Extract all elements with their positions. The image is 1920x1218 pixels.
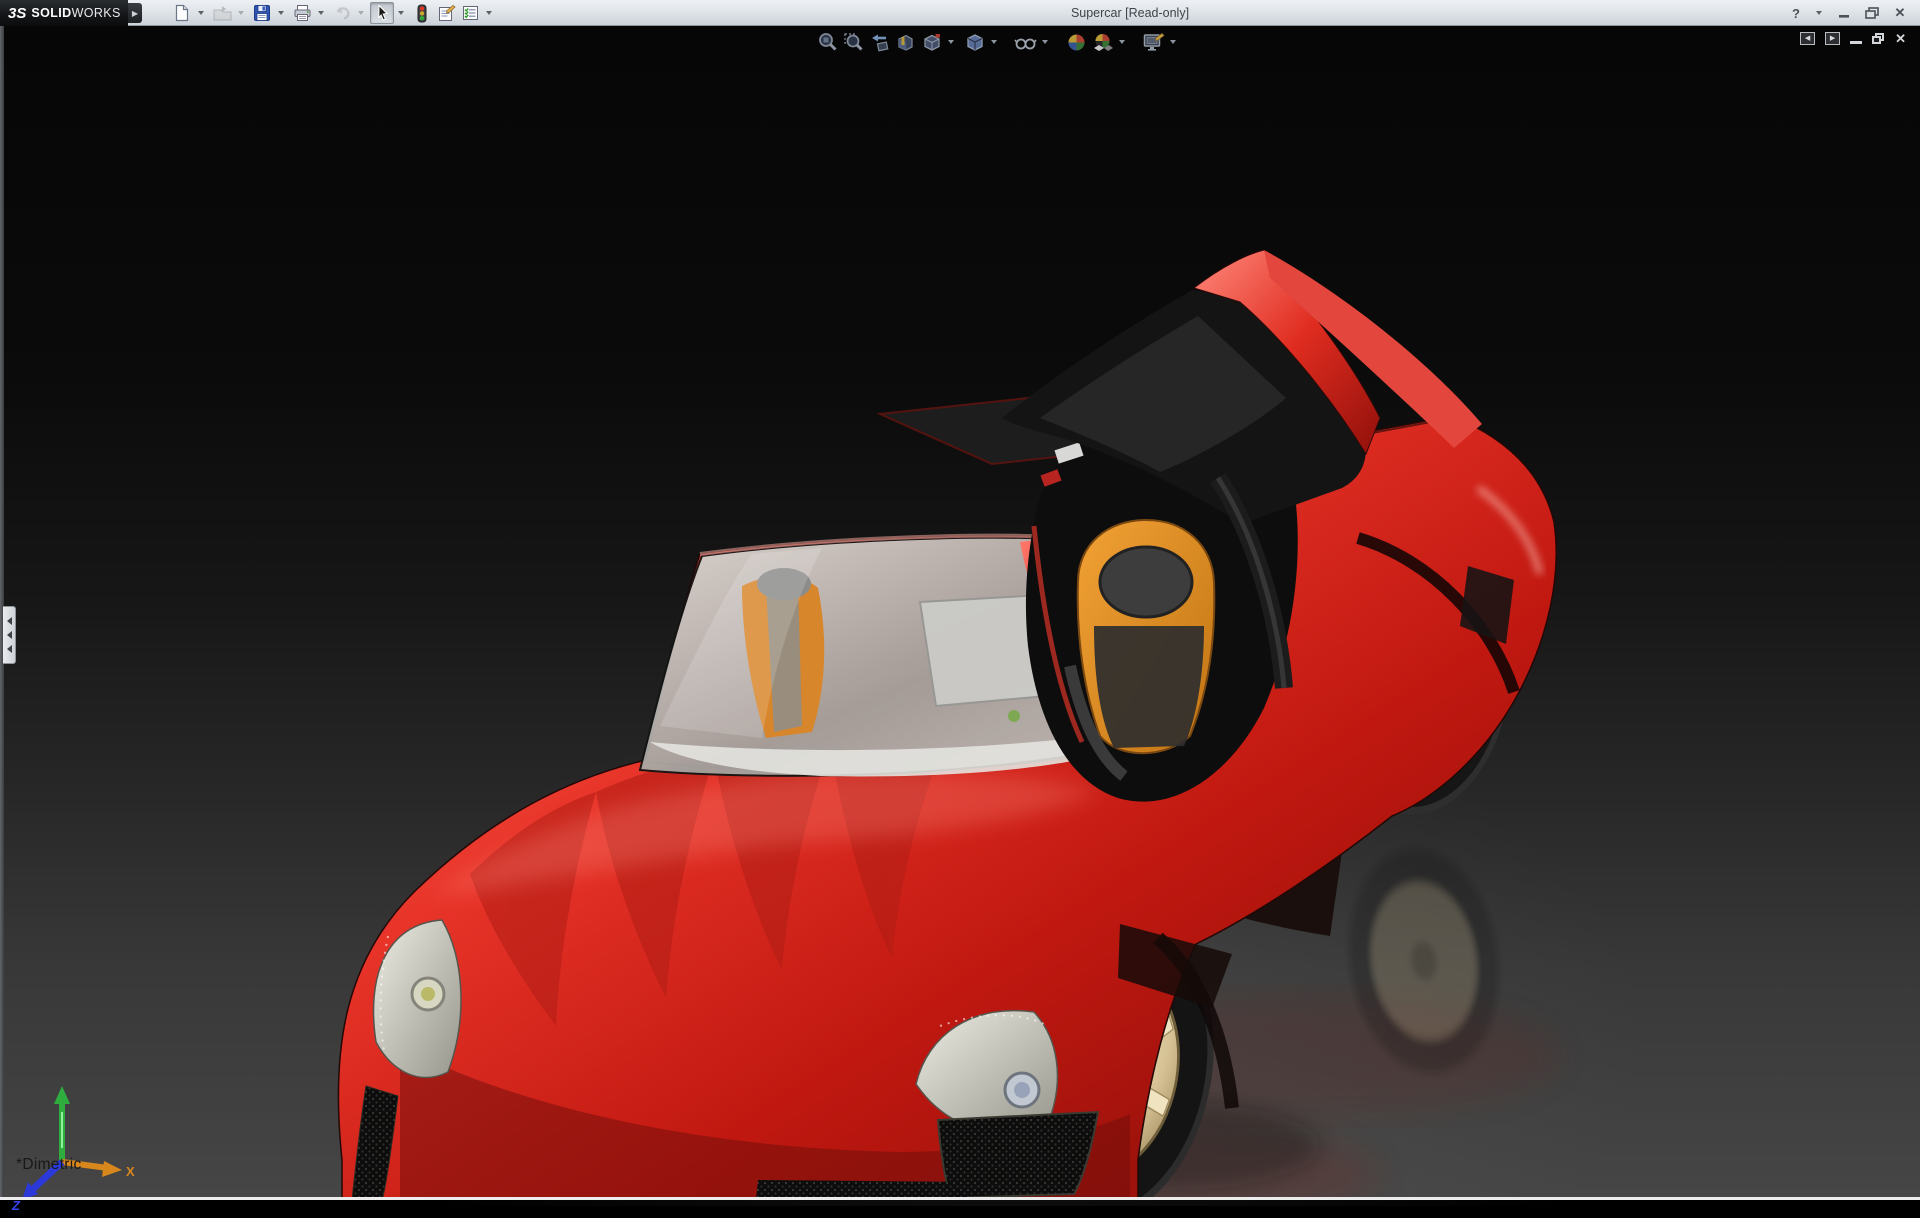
- save-dropdown[interactable]: [274, 2, 287, 24]
- help-dropdown[interactable]: [1812, 2, 1825, 24]
- edit-appearance-icon: [1066, 32, 1087, 53]
- section-view-button[interactable]: [893, 30, 917, 54]
- new-document-dropdown[interactable]: [194, 2, 207, 24]
- options-button[interactable]: [458, 2, 482, 24]
- viewport-minimize-button[interactable]: [1850, 33, 1862, 44]
- hide-show-items-dropdown[interactable]: [1039, 30, 1050, 54]
- view-settings-button[interactable]: [1141, 30, 1165, 54]
- save-icon: [253, 4, 271, 22]
- open-icon: [213, 4, 232, 22]
- graphics-viewport[interactable]: ◀ ▶ ✕ X Z *Dimetric: [0, 26, 1920, 1200]
- triad-y-arrow: [54, 1086, 70, 1104]
- solidworks-logo: 3S SOLIDWORKS: [0, 0, 128, 26]
- apply-scene-dropdown[interactable]: [1116, 30, 1127, 54]
- file-properties-icon: [437, 4, 456, 22]
- standard-toolbar: [170, 0, 498, 26]
- open-button[interactable]: [210, 2, 234, 24]
- zoom-to-area-button[interactable]: [841, 30, 865, 54]
- open-dropdown[interactable]: [234, 2, 247, 24]
- section-view-icon: [895, 32, 916, 53]
- featuremanager-collapsed-tab[interactable]: [3, 606, 16, 664]
- undo-dropdown[interactable]: [354, 2, 367, 24]
- headsup-view-toolbar: [815, 29, 1182, 55]
- brand-works-text: WORKS: [72, 6, 121, 20]
- window-title: Supercar [Read-only]: [480, 0, 1780, 26]
- view-orientation-label: *Dimetric: [16, 1156, 82, 1174]
- previous-view-icon: [869, 32, 890, 53]
- viewport-close-button[interactable]: ✕: [1895, 32, 1906, 45]
- undo-icon: [333, 4, 352, 22]
- previous-view-button[interactable]: [867, 30, 891, 54]
- interior-accent: [1008, 710, 1020, 722]
- hide-show-items-icon: [1014, 32, 1037, 53]
- print-icon: [293, 4, 312, 22]
- app-restore-button[interactable]: [1860, 3, 1884, 23]
- save-button[interactable]: [250, 2, 274, 24]
- options-icon: [461, 4, 480, 22]
- hide-show-items-button[interactable]: [1013, 30, 1037, 54]
- edit-appearance-button[interactable]: [1064, 30, 1088, 54]
- brand-3s-glyph: 3S: [8, 5, 26, 22]
- expand-left-icon: [7, 617, 12, 625]
- view-orientation-button[interactable]: [919, 30, 943, 54]
- new-document-icon: [173, 4, 191, 22]
- rebuild-traffic-light-icon: [416, 4, 428, 23]
- view-settings-dropdown[interactable]: [1167, 30, 1178, 54]
- restore-icon: [1865, 7, 1879, 19]
- undo-button[interactable]: [330, 2, 354, 24]
- select-tool-dropdown[interactable]: [394, 2, 407, 24]
- viewport-restore-button[interactable]: [1872, 33, 1885, 45]
- zoom-to-fit-button[interactable]: [815, 30, 839, 54]
- display-style-icon: [964, 32, 985, 53]
- collapse-pane-left-button[interactable]: ◀: [1800, 32, 1815, 45]
- rebuild-button[interactable]: [410, 2, 434, 24]
- viewport-minimize-icon: [1850, 41, 1862, 44]
- new-document-button[interactable]: [170, 2, 194, 24]
- triad-x-arrow: [102, 1161, 122, 1177]
- display-style-button[interactable]: [962, 30, 986, 54]
- expand-left-icon: [7, 645, 12, 653]
- triad-z-label: Z: [11, 1198, 21, 1213]
- select-cursor-icon: [374, 4, 391, 22]
- view-orientation-dropdown[interactable]: [945, 30, 956, 54]
- zoom-to-area-icon: [843, 32, 864, 53]
- minimize-icon: [1838, 7, 1850, 19]
- titlebar-window-controls: ? ✕: [1784, 0, 1912, 26]
- print-button[interactable]: [290, 2, 314, 24]
- brand-solid-text: SOLID: [31, 6, 71, 20]
- view-orientation-icon: [921, 32, 942, 53]
- view-settings-icon: [1142, 32, 1165, 53]
- apply-scene-icon: [1091, 32, 1114, 53]
- display-style-dropdown[interactable]: [988, 30, 999, 54]
- print-dropdown[interactable]: [314, 2, 327, 24]
- apply-scene-button[interactable]: [1090, 30, 1114, 54]
- 3d-model-supercar[interactable]: [0, 26, 1920, 1200]
- zoom-to-fit-icon: [817, 32, 838, 53]
- help-button[interactable]: ?: [1784, 3, 1808, 23]
- app-close-button[interactable]: ✕: [1888, 3, 1912, 23]
- viewport-window-controls: ◀ ▶ ✕: [1800, 32, 1906, 45]
- menu-expand-button[interactable]: ▶: [128, 3, 142, 23]
- expand-left-icon: [7, 631, 12, 639]
- title-bar: 3S SOLIDWORKS ▶: [0, 0, 1920, 26]
- triad-x-label: X: [126, 1164, 135, 1179]
- file-properties-button[interactable]: [434, 2, 458, 24]
- app-minimize-button[interactable]: [1832, 3, 1856, 23]
- collapse-pane-right-button[interactable]: ▶: [1825, 32, 1840, 45]
- select-tool-button[interactable]: [370, 2, 394, 24]
